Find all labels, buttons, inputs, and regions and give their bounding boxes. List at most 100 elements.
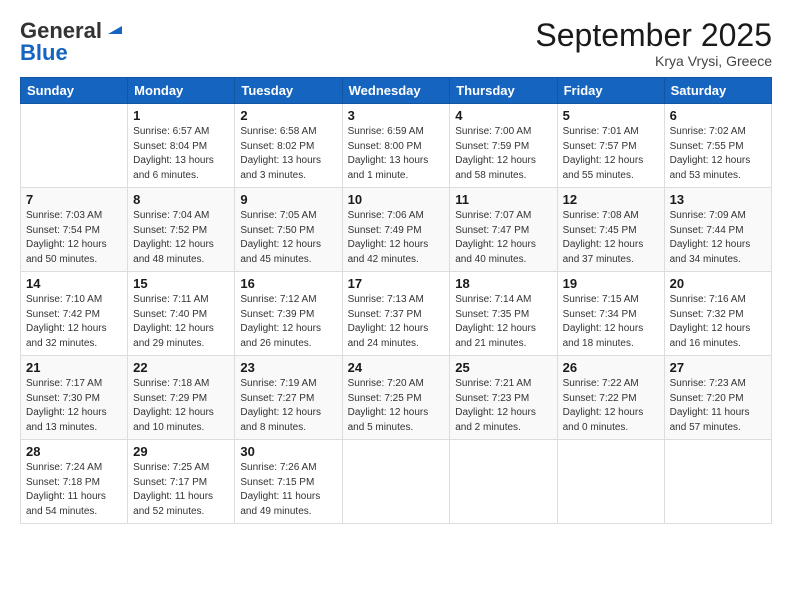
calendar-cell	[557, 440, 664, 524]
calendar-cell	[450, 440, 557, 524]
day-number: 14	[26, 276, 122, 291]
calendar-cell: 1Sunrise: 6:57 AM Sunset: 8:04 PM Daylig…	[128, 104, 235, 188]
calendar-cell: 25 Sunrise: 7:21 AM Sunset: 7:23 PM Dayli…	[450, 356, 557, 440]
day-number: 6	[670, 108, 766, 123]
calendar-cell: 17Sunrise: 7:13 AM Sunset: 7:37 PM Dayli…	[342, 272, 450, 356]
day-info: Sunrise: 7:02 AM Sunset: 7:55 PM Dayligh…	[670, 125, 766, 183]
col-header-thursday: Thursday	[450, 78, 557, 104]
day-info: Sunrise: 7:12 AM Sunset: 7:39 PM Dayligh…	[240, 293, 336, 351]
day-info: Sunrise: 7:07 AM Sunset: 7:47 PM Dayligh…	[455, 209, 551, 267]
col-header-monday: Monday	[128, 78, 235, 104]
day-info: Sunrise: 7:13 AM Sunset: 7:37 PM Dayligh…	[348, 293, 445, 351]
day-info: Sunrise: 7:14 AM Sunset: 7:35 PM Dayligh…	[455, 293, 551, 351]
calendar-cell: 5 Sunrise: 7:01 AM Sunset: 7:57 PM Daylig…	[557, 104, 664, 188]
day-info: Sunrise: 6:58 AM Sunset: 8:02 PM Dayligh…	[240, 125, 336, 183]
header: General Blue September 2025 Krya Vrysi, …	[20, 18, 772, 69]
day-number: 8	[133, 192, 229, 207]
day-info: Sunrise: 7:06 AM Sunset: 7:49 PM Dayligh…	[348, 209, 445, 267]
page: General Blue September 2025 Krya Vrysi, …	[0, 0, 792, 612]
day-number: 4	[455, 108, 551, 123]
calendar-cell: 14 Sunrise: 7:10 AM Sunset: 7:42 PM Dayli…	[21, 272, 128, 356]
col-header-sunday: Sunday	[21, 78, 128, 104]
day-info: Sunrise: 7:04 AM Sunset: 7:52 PM Dayligh…	[133, 209, 229, 267]
calendar-week-4: 21 Sunrise: 7:17 AM Sunset: 7:30 PM Dayli…	[21, 356, 772, 440]
calendar-cell: 23Sunrise: 7:19 AM Sunset: 7:27 PM Dayli…	[235, 356, 342, 440]
day-number: 3	[348, 108, 445, 123]
day-info: Sunrise: 7:03 AM Sunset: 7:54 PM Dayligh…	[26, 209, 122, 267]
day-number: 21	[26, 360, 122, 375]
calendar-table: SundayMondayTuesdayWednesdayThursdayFrid…	[20, 77, 772, 524]
day-info: Sunrise: 7:00 AM Sunset: 7:59 PM Dayligh…	[455, 125, 551, 183]
day-number: 12	[563, 192, 659, 207]
day-info: Sunrise: 7:24 AM Sunset: 7:18 PM Dayligh…	[26, 461, 122, 519]
day-info: Sunrise: 7:17 AM Sunset: 7:30 PM Dayligh…	[26, 377, 122, 435]
day-number: 18	[455, 276, 551, 291]
calendar-cell: 16 Sunrise: 7:12 AM Sunset: 7:39 PM Dayli…	[235, 272, 342, 356]
calendar-cell: 6 Sunrise: 7:02 AM Sunset: 7:55 PM Daylig…	[664, 104, 771, 188]
day-number: 27	[670, 360, 766, 375]
calendar-cell: 7 Sunrise: 7:03 AM Sunset: 7:54 PM Daylig…	[21, 188, 128, 272]
calendar-cell: 30 Sunrise: 7:26 AM Sunset: 7:15 PM Dayli…	[235, 440, 342, 524]
calendar-cell: 4 Sunrise: 7:00 AM Sunset: 7:59 PM Daylig…	[450, 104, 557, 188]
calendar-cell: 11 Sunrise: 7:07 AM Sunset: 7:47 PM Dayli…	[450, 188, 557, 272]
calendar-cell: 19 Sunrise: 7:15 AM Sunset: 7:34 PM Dayli…	[557, 272, 664, 356]
month-title: September 2025	[535, 18, 772, 53]
calendar-cell: 8 Sunrise: 7:04 AM Sunset: 7:52 PM Daylig…	[128, 188, 235, 272]
day-info: Sunrise: 6:59 AM Sunset: 8:00 PM Dayligh…	[348, 125, 445, 183]
calendar-cell: 2 Sunrise: 6:58 AM Sunset: 8:02 PM Daylig…	[235, 104, 342, 188]
calendar-cell: 21 Sunrise: 7:17 AM Sunset: 7:30 PM Dayli…	[21, 356, 128, 440]
day-number: 30	[240, 444, 336, 459]
day-number: 1	[133, 108, 229, 123]
day-number: 16	[240, 276, 336, 291]
calendar-cell: 28 Sunrise: 7:24 AM Sunset: 7:18 PM Dayli…	[21, 440, 128, 524]
day-info: Sunrise: 7:25 AM Sunset: 7:17 PM Dayligh…	[133, 461, 229, 519]
day-number: 7	[26, 192, 122, 207]
calendar-week-1: 1Sunrise: 6:57 AM Sunset: 8:04 PM Daylig…	[21, 104, 772, 188]
calendar-cell: 18 Sunrise: 7:14 AM Sunset: 7:35 PM Dayli…	[450, 272, 557, 356]
day-number: 11	[455, 192, 551, 207]
day-number: 23	[240, 360, 336, 375]
title-block: September 2025 Krya Vrysi, Greece	[535, 18, 772, 69]
day-info: Sunrise: 7:21 AM Sunset: 7:23 PM Dayligh…	[455, 377, 551, 435]
col-header-friday: Friday	[557, 78, 664, 104]
calendar-cell: 15 Sunrise: 7:11 AM Sunset: 7:40 PM Dayli…	[128, 272, 235, 356]
day-number: 9	[240, 192, 336, 207]
day-info: Sunrise: 7:23 AM Sunset: 7:20 PM Dayligh…	[670, 377, 766, 435]
day-number: 20	[670, 276, 766, 291]
day-info: Sunrise: 7:01 AM Sunset: 7:57 PM Dayligh…	[563, 125, 659, 183]
col-header-wednesday: Wednesday	[342, 78, 450, 104]
day-info: Sunrise: 7:20 AM Sunset: 7:25 PM Dayligh…	[348, 377, 445, 435]
calendar-cell: 10 Sunrise: 7:06 AM Sunset: 7:49 PM Dayli…	[342, 188, 450, 272]
calendar-cell: 3 Sunrise: 6:59 AM Sunset: 8:00 PM Daylig…	[342, 104, 450, 188]
calendar-cell: 27 Sunrise: 7:23 AM Sunset: 7:20 PM Dayli…	[664, 356, 771, 440]
calendar-cell	[342, 440, 450, 524]
day-info: Sunrise: 7:09 AM Sunset: 7:44 PM Dayligh…	[670, 209, 766, 267]
day-info: Sunrise: 7:18 AM Sunset: 7:29 PM Dayligh…	[133, 377, 229, 435]
day-number: 25	[455, 360, 551, 375]
day-number: 24	[348, 360, 445, 375]
day-number: 15	[133, 276, 229, 291]
day-info: Sunrise: 7:10 AM Sunset: 7:42 PM Dayligh…	[26, 293, 122, 351]
calendar-week-3: 14 Sunrise: 7:10 AM Sunset: 7:42 PM Dayli…	[21, 272, 772, 356]
calendar-cell: 13Sunrise: 7:09 AM Sunset: 7:44 PM Dayli…	[664, 188, 771, 272]
calendar-cell: 9 Sunrise: 7:05 AM Sunset: 7:50 PM Daylig…	[235, 188, 342, 272]
calendar-header-row: SundayMondayTuesdayWednesdayThursdayFrid…	[21, 78, 772, 104]
day-number: 28	[26, 444, 122, 459]
calendar-week-5: 28 Sunrise: 7:24 AM Sunset: 7:18 PM Dayli…	[21, 440, 772, 524]
calendar-week-2: 7 Sunrise: 7:03 AM Sunset: 7:54 PM Daylig…	[21, 188, 772, 272]
day-number: 19	[563, 276, 659, 291]
col-header-tuesday: Tuesday	[235, 78, 342, 104]
day-info: Sunrise: 7:26 AM Sunset: 7:15 PM Dayligh…	[240, 461, 336, 519]
logo: General Blue	[20, 18, 122, 66]
day-info: Sunrise: 7:16 AM Sunset: 7:32 PM Dayligh…	[670, 293, 766, 351]
day-number: 10	[348, 192, 445, 207]
day-info: Sunrise: 7:11 AM Sunset: 7:40 PM Dayligh…	[133, 293, 229, 351]
day-info: Sunrise: 7:08 AM Sunset: 7:45 PM Dayligh…	[563, 209, 659, 267]
day-number: 5	[563, 108, 659, 123]
calendar-cell: 12 Sunrise: 7:08 AM Sunset: 7:45 PM Dayli…	[557, 188, 664, 272]
day-info: Sunrise: 7:05 AM Sunset: 7:50 PM Dayligh…	[240, 209, 336, 267]
calendar-cell: 26Sunrise: 7:22 AM Sunset: 7:22 PM Dayli…	[557, 356, 664, 440]
day-number: 2	[240, 108, 336, 123]
location-subtitle: Krya Vrysi, Greece	[535, 53, 772, 69]
day-info: Sunrise: 7:15 AM Sunset: 7:34 PM Dayligh…	[563, 293, 659, 351]
